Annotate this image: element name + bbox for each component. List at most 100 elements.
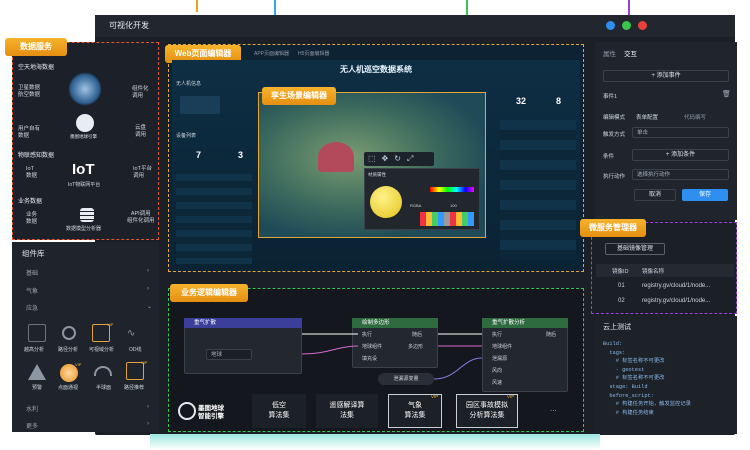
globe-logo-icon: [178, 402, 196, 420]
category-weather[interactable]: 气象: [26, 286, 38, 295]
category-basic[interactable]: 基础: [26, 268, 38, 277]
edit-mode-label: 编辑模式: [603, 115, 626, 121]
right-info-list[interactable]: [500, 120, 576, 260]
action-select[interactable]: 选择执行动作: [632, 169, 729, 180]
yaml-editor[interactable]: Build: tags: # 标签名称不可更改 - geotest # 标签名称…: [603, 340, 691, 417]
component-label: 预警: [32, 385, 43, 391]
source-label: IoT 数据: [26, 166, 38, 179]
dashboard-title: 无人机巡空数据系统: [340, 65, 412, 74]
transform-toolbar[interactable]: ⬚✥↻⤢: [364, 152, 434, 166]
connector-line: [196, 0, 198, 12]
base-glow: [150, 434, 600, 450]
algo-low-altitude[interactable]: 低空 算法集: [252, 394, 306, 428]
window-red-dot[interactable]: [638, 21, 647, 30]
more-button[interactable]: ...: [550, 404, 557, 413]
target-label: 云盘 调用: [135, 125, 147, 138]
cancel-button[interactable]: 取消: [634, 189, 676, 201]
chevron-right-icon[interactable]: ›: [147, 404, 149, 410]
cloud-test-title: 云上测试: [603, 324, 631, 331]
data-service-tag[interactable]: 数据服务: [5, 38, 67, 56]
source-label: 卫星数据 航空数据: [18, 85, 41, 98]
window-green-dot[interactable]: [622, 21, 631, 30]
iot-platform-label: IoT物联网平台: [68, 182, 101, 188]
stat-value: 8: [556, 96, 562, 106]
base-image-button[interactable]: 基础镜像管理: [605, 243, 665, 255]
chevron-right-icon[interactable]: ›: [147, 421, 149, 427]
ruler-icon[interactable]: [28, 324, 46, 342]
component-label: OD线: [129, 347, 142, 353]
component-library-title: 组件库: [22, 249, 45, 258]
warning-icon[interactable]: [28, 364, 46, 380]
algo-remote-sensing[interactable]: 遥感解译算 法集: [316, 394, 378, 428]
category-water[interactable]: 水利: [26, 404, 38, 413]
section-label: 物联感知数据: [18, 153, 55, 159]
table-cell[interactable]: registry.gv/cloud/1/node...: [642, 298, 710, 304]
component-label: 越高分析: [24, 347, 45, 353]
add-event-button[interactable]: + 添加事件: [603, 70, 729, 82]
database-icon: [80, 208, 94, 222]
engine-label: 墨图地球引擎: [70, 134, 97, 139]
window-blue-dot[interactable]: [606, 21, 615, 30]
target-label: API调用 组件化调用: [127, 211, 155, 224]
chevron-right-icon[interactable]: ›: [147, 286, 149, 292]
algo-park-accident[interactable]: 园区事故模拟 分析算法集: [456, 394, 518, 428]
col-name: 镜像名称: [642, 269, 665, 275]
hue-slider[interactable]: [430, 187, 474, 192]
mode-code-radio[interactable]: 代码编写: [684, 113, 706, 121]
trigger-label: 触发方式: [603, 132, 626, 138]
route-icon[interactable]: [62, 326, 76, 340]
microservice-tag[interactable]: 微服务管理器: [580, 219, 646, 237]
drone-icon: [180, 96, 220, 114]
odline-icon[interactable]: ∿: [127, 328, 135, 339]
rgba-value: 100: [450, 203, 457, 208]
model-analyzer-label: 数据模型分析器: [66, 226, 102, 232]
vip-badge: VIP: [107, 322, 114, 327]
logo-text: 智能引擎: [198, 413, 224, 420]
vip-badge: VIP: [507, 394, 515, 399]
device-table[interactable]: [176, 174, 252, 264]
add-condition-button[interactable]: + 添加条件: [632, 149, 729, 161]
event-item[interactable]: 事件1: [603, 92, 617, 100]
component-label: 路径推荐: [124, 385, 145, 391]
satellite-icon: [68, 72, 102, 106]
vip-badge: VIP: [75, 362, 82, 367]
vip-badge: VIP: [141, 360, 148, 365]
picker-title: 材质属性: [368, 172, 386, 177]
left-header: 无人机信息: [176, 81, 202, 87]
source-label: 用户自有 数据: [18, 126, 41, 139]
tab-app-editor[interactable]: APP页面编辑器: [254, 50, 289, 57]
mode-form-radio[interactable]: 表单配置: [636, 113, 658, 121]
component-label: 点面通视: [58, 385, 79, 391]
device-list-title: 设备列表: [176, 133, 197, 139]
stat-value: 32: [516, 96, 527, 106]
section-label: 业务数据: [18, 199, 43, 205]
trigger-select[interactable]: 单击: [632, 127, 729, 138]
component-label: 半球面: [96, 385, 112, 391]
tab-h5-editor[interactable]: H5页面编辑器: [298, 50, 329, 57]
stat-value: 7: [196, 150, 202, 160]
scene-editor-tag[interactable]: 孪生场景编辑器: [262, 87, 336, 105]
material-preview-sphere: [370, 186, 402, 218]
vip-badge: VIP: [431, 394, 439, 399]
trash-icon[interactable]: 🗑: [722, 90, 731, 98]
iot-logo-icon: IoT: [72, 161, 95, 178]
tab-properties[interactable]: 属性: [603, 48, 616, 58]
action-label: 执行动作: [603, 174, 626, 180]
category-emergency[interactable]: 应急: [26, 303, 38, 312]
target-label: IoT平台 调用: [133, 166, 152, 179]
component-label: 可视域分析: [89, 347, 115, 353]
building-dome: [318, 142, 354, 172]
chevron-down-icon[interactable]: ⌄: [147, 303, 152, 310]
stat-value: 3: [238, 150, 244, 160]
target-label: 组件化 调用: [132, 86, 149, 99]
section-label: 空天地海数据: [18, 65, 55, 71]
algo-weather[interactable]: 气象 算法集: [388, 394, 442, 428]
table-cell: 01: [618, 283, 625, 289]
component-label: 路径分析: [58, 347, 79, 353]
category-more[interactable]: 更多: [26, 421, 38, 430]
tab-interaction[interactable]: 交互: [624, 48, 637, 58]
save-button[interactable]: 保存: [682, 189, 728, 201]
table-cell[interactable]: registry.gv/cloud/1/node...: [642, 283, 710, 289]
chevron-right-icon[interactable]: ›: [147, 268, 149, 274]
color-swatches[interactable]: [420, 212, 474, 226]
